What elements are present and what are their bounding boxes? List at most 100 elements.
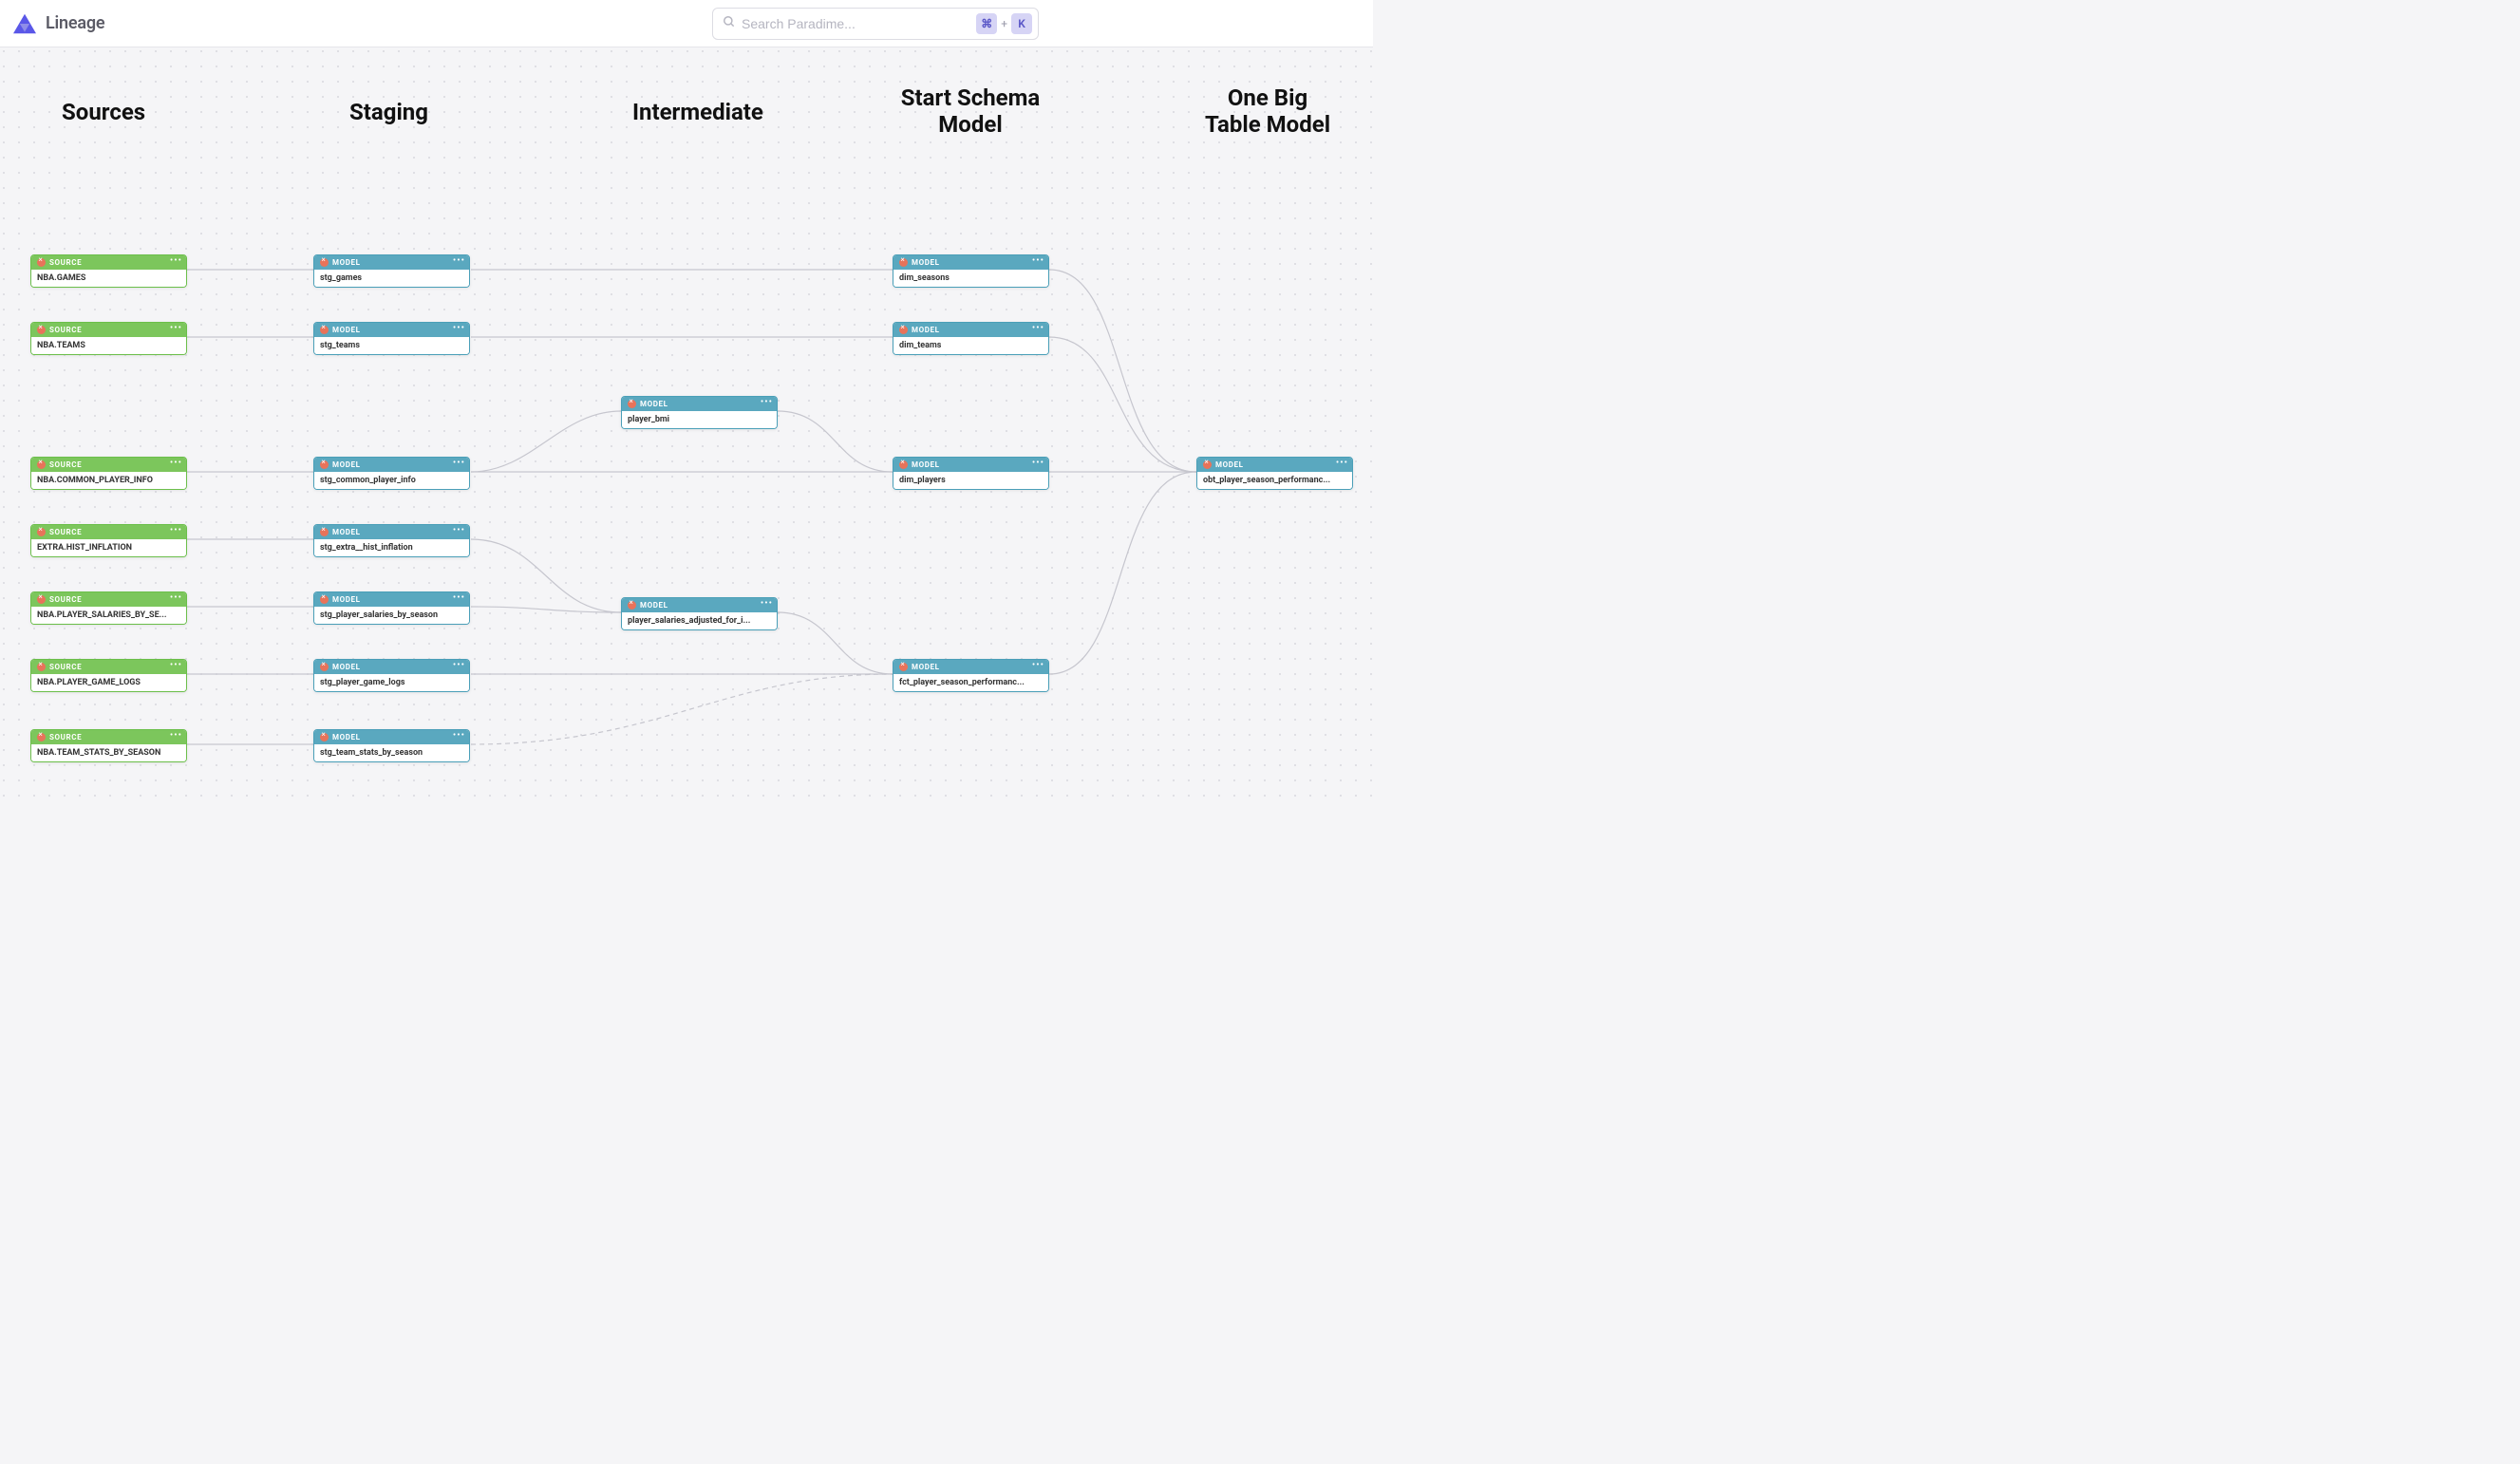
close-icon <box>899 663 908 671</box>
ellipsis-icon[interactable]: ••• <box>170 592 182 603</box>
ellipsis-icon[interactable]: ••• <box>453 730 465 741</box>
ellipsis-icon[interactable]: ••• <box>170 730 182 741</box>
close-icon <box>37 460 46 469</box>
node-label: NBA.PLAYER_GAME_LOGS <box>31 674 186 691</box>
node-label: NBA.TEAM_STATS_BY_SEASON <box>31 744 186 761</box>
close-icon <box>1203 460 1212 469</box>
close-icon <box>899 258 908 267</box>
model-player-salaries-adjusted[interactable]: MODEL••• player_salaries_adjusted_for_i.… <box>621 597 778 630</box>
source-nba-games[interactable]: SOURCE••• NBA.GAMES <box>30 254 187 288</box>
close-icon <box>320 663 329 671</box>
close-icon <box>320 326 329 334</box>
ellipsis-icon[interactable]: ••• <box>170 255 182 266</box>
close-icon <box>320 528 329 536</box>
col-header-sources: Sources <box>62 100 145 126</box>
ellipsis-icon[interactable]: ••• <box>170 323 182 333</box>
model-dim-teams[interactable]: MODEL••• dim_teams <box>893 322 1049 355</box>
model-fct-player-season-performance[interactable]: MODEL••• fct_player_season_performanc... <box>893 659 1049 692</box>
ellipsis-icon[interactable]: ••• <box>761 397 773 407</box>
logo: Lineage <box>11 12 104 35</box>
model-stg-player-game-logs[interactable]: MODEL••• stg_player_game_logs <box>313 659 470 692</box>
search-box[interactable]: ⌘ + K <box>712 8 1039 40</box>
model-obt-player-season-performance[interactable]: MODEL••• obt_player_season_performanc... <box>1196 457 1353 490</box>
kbd-k: K <box>1011 13 1032 34</box>
node-label: player_salaries_adjusted_for_i... <box>622 612 777 629</box>
source-nba-teams[interactable]: SOURCE••• NBA.TEAMS <box>30 322 187 355</box>
ellipsis-icon[interactable]: ••• <box>453 323 465 333</box>
search-icon <box>723 14 736 32</box>
model-stg-team-stats[interactable]: MODEL••• stg_team_stats_by_season <box>313 729 470 762</box>
ellipsis-icon[interactable]: ••• <box>170 660 182 670</box>
node-label: stg_games <box>314 270 469 287</box>
ellipsis-icon[interactable]: ••• <box>453 525 465 535</box>
model-stg-teams[interactable]: MODEL••• stg_teams <box>313 322 470 355</box>
model-stg-common-player-info[interactable]: MODEL••• stg_common_player_info <box>313 457 470 490</box>
source-nba-player-game-logs[interactable]: SOURCE••• NBA.PLAYER_GAME_LOGS <box>30 659 187 692</box>
node-label: dim_seasons <box>893 270 1048 287</box>
search-shortcut: ⌘ + K <box>976 13 1032 34</box>
ellipsis-icon[interactable]: ••• <box>1336 458 1348 468</box>
node-label: EXTRA.HIST_INFLATION <box>31 539 186 556</box>
close-icon <box>320 733 329 741</box>
node-label: dim_players <box>893 472 1048 489</box>
node-label: NBA.PLAYER_SALARIES_BY_SE... <box>31 607 186 624</box>
ellipsis-icon[interactable]: ••• <box>170 458 182 468</box>
close-icon <box>628 400 636 408</box>
col-header-obt: One Big Table Model <box>1201 85 1334 138</box>
source-extra-hist-inflation[interactable]: SOURCE••• EXTRA.HIST_INFLATION <box>30 524 187 557</box>
ellipsis-icon[interactable]: ••• <box>1032 323 1044 333</box>
close-icon <box>320 460 329 469</box>
close-icon <box>37 326 46 334</box>
close-icon <box>899 460 908 469</box>
node-label: obt_player_season_performanc... <box>1197 472 1352 489</box>
ellipsis-icon[interactable]: ••• <box>1032 660 1044 670</box>
ellipsis-icon[interactable]: ••• <box>453 592 465 603</box>
close-icon <box>320 258 329 267</box>
ellipsis-icon[interactable]: ••• <box>761 598 773 609</box>
model-dim-players[interactable]: MODEL••• dim_players <box>893 457 1049 490</box>
kbd-cmd: ⌘ <box>976 13 997 34</box>
col-header-intermediate: Intermediate <box>632 100 763 126</box>
source-nba-common-player-info[interactable]: SOURCE••• NBA.COMMON_PLAYER_INFO <box>30 457 187 490</box>
node-label: dim_teams <box>893 337 1048 354</box>
node-label: stg_player_salaries_by_season <box>314 607 469 624</box>
node-label: stg_team_stats_by_season <box>314 744 469 761</box>
node-label: stg_common_player_info <box>314 472 469 489</box>
node-label: fct_player_season_performanc... <box>893 674 1048 691</box>
node-label: stg_extra__hist_inflation <box>314 539 469 556</box>
kbd-plus: + <box>1001 17 1007 30</box>
ellipsis-icon[interactable]: ••• <box>1032 458 1044 468</box>
node-label: NBA.GAMES <box>31 270 186 287</box>
col-header-star: Start Schema Model <box>900 85 1041 138</box>
source-nba-player-salaries[interactable]: SOURCE••• NBA.PLAYER_SALARIES_BY_SE... <box>30 591 187 625</box>
node-label: stg_player_game_logs <box>314 674 469 691</box>
paradime-logo-icon <box>11 12 38 35</box>
model-stg-player-salaries[interactable]: MODEL••• stg_player_salaries_by_season <box>313 591 470 625</box>
ellipsis-icon[interactable]: ••• <box>170 525 182 535</box>
model-dim-seasons[interactable]: MODEL••• dim_seasons <box>893 254 1049 288</box>
model-stg-games[interactable]: MODEL••• stg_games <box>313 254 470 288</box>
ellipsis-icon[interactable]: ••• <box>453 660 465 670</box>
col-header-staging: Staging <box>349 100 428 126</box>
ellipsis-icon[interactable]: ••• <box>453 255 465 266</box>
ellipsis-icon[interactable]: ••• <box>1032 255 1044 266</box>
ellipsis-icon[interactable]: ••• <box>453 458 465 468</box>
close-icon <box>37 528 46 536</box>
close-icon <box>37 258 46 267</box>
node-label: NBA.COMMON_PLAYER_INFO <box>31 472 186 489</box>
model-stg-extra-hist-inflation[interactable]: MODEL••• stg_extra__hist_inflation <box>313 524 470 557</box>
model-player-bmi[interactable]: MODEL••• player_bmi <box>621 396 778 429</box>
source-nba-team-stats[interactable]: SOURCE••• NBA.TEAM_STATS_BY_SEASON <box>30 729 187 762</box>
node-label: NBA.TEAMS <box>31 337 186 354</box>
close-icon <box>899 326 908 334</box>
app-title: Lineage <box>46 13 104 33</box>
node-label: player_bmi <box>622 411 777 428</box>
node-label: stg_teams <box>314 337 469 354</box>
close-icon <box>37 595 46 604</box>
close-icon <box>37 733 46 741</box>
close-icon <box>37 663 46 671</box>
search-input[interactable] <box>742 16 976 31</box>
lineage-canvas[interactable]: Sources Staging Intermediate Start Schem… <box>0 47 1373 798</box>
close-icon <box>320 595 329 604</box>
close-icon <box>628 601 636 610</box>
